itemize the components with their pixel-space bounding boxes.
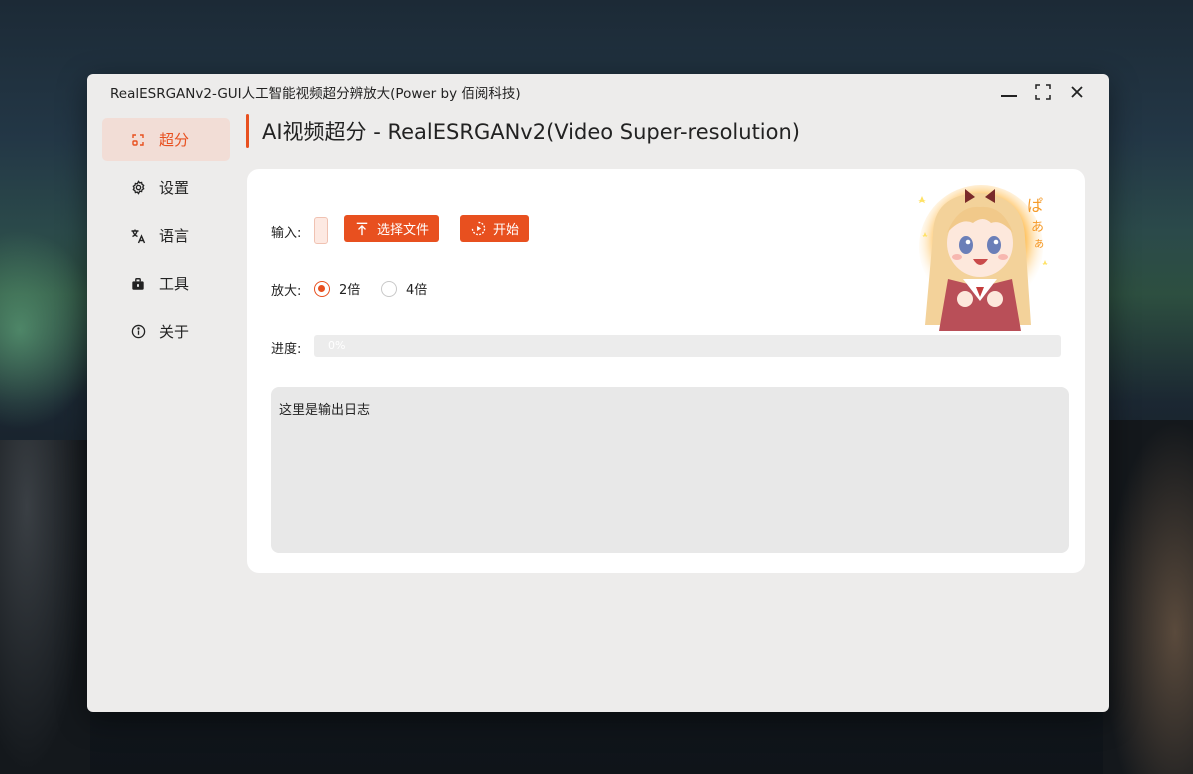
svg-text:ぁ: ぁ xyxy=(1033,236,1045,250)
sidebar-item-language[interactable]: 语言 xyxy=(102,214,230,257)
sidebar-item-upscale[interactable]: 超分 xyxy=(102,118,230,161)
minimize-icon xyxy=(1001,95,1017,97)
sidebar-item-label: 工具 xyxy=(159,275,190,293)
radio-label: 2倍 xyxy=(339,283,361,298)
close-button[interactable] xyxy=(1062,80,1092,104)
title-bar[interactable]: RealESRGANv2-GUI人工智能视频超分辨放大(Power by 佰阅科… xyxy=(87,74,1109,108)
radio-circle xyxy=(381,280,397,297)
window-title: RealESRGANv2-GUI人工智能视频超分辨放大(Power by 佰阅科… xyxy=(110,86,521,102)
start-button[interactable]: 开始 xyxy=(460,215,530,242)
upscale-icon xyxy=(130,132,146,148)
input-label: 输入: xyxy=(271,226,302,241)
select-file-label: 选择文件 xyxy=(377,223,430,238)
header-accent-bar xyxy=(246,114,249,148)
close-icon xyxy=(1071,86,1083,98)
fullscreen-icon xyxy=(1035,84,1051,100)
sidebar-item-label: 超分 xyxy=(159,131,190,149)
page-title: AI视频超分 - RealESRGANv2(Video Super-resolu… xyxy=(262,120,800,144)
gear-icon xyxy=(130,180,146,196)
minimize-button[interactable] xyxy=(994,80,1024,104)
scale-4x-radio[interactable]: 4倍 xyxy=(381,279,427,298)
page-header: AI视频超分 - RealESRGANv2(Video Super-resolu… xyxy=(246,114,800,148)
select-file-button[interactable]: 选择文件 xyxy=(344,215,440,242)
radio-circle xyxy=(314,280,330,297)
progress-text: 0% xyxy=(328,339,346,352)
radio-label: 4倍 xyxy=(406,283,428,298)
start-label: 开始 xyxy=(493,223,520,238)
sidebar-item-label: 语言 xyxy=(159,227,190,245)
background-rocks-left xyxy=(0,440,90,774)
info-icon xyxy=(130,324,146,340)
input-path-field[interactable] xyxy=(314,217,328,244)
scale-2x-radio[interactable]: 2倍 xyxy=(314,279,360,298)
output-log[interactable]: 这里是输出日志 xyxy=(271,387,1069,553)
maximize-button[interactable] xyxy=(1028,80,1058,104)
progress-bar: 0% xyxy=(314,335,1061,357)
background-rocks-right xyxy=(1103,420,1193,774)
svg-text:あ: あ xyxy=(1031,220,1044,235)
translate-icon xyxy=(130,228,146,244)
toolbox-icon xyxy=(130,276,146,292)
upscale-card: 输入: 选择文件 开始 放大: 2倍 4倍 进度: 0% 这里是输出日志 ぱ あ… xyxy=(247,169,1085,573)
sidebar-item-about[interactable]: 关于 xyxy=(102,310,230,353)
scale-label: 放大: xyxy=(271,284,302,299)
sidebar-item-settings[interactable]: 设置 xyxy=(102,166,230,209)
play-circle-icon xyxy=(470,221,486,237)
sidebar: 超分 设置 语言 工具 关于 xyxy=(102,118,230,358)
anime-mascot-image: ぱ あ ぁ xyxy=(903,175,1063,335)
app-window: RealESRGANv2-GUI人工智能视频超分辨放大(Power by 佰阅科… xyxy=(87,74,1109,712)
sidebar-item-tools[interactable]: 工具 xyxy=(102,262,230,305)
upload-icon xyxy=(354,221,370,237)
sidebar-item-label: 设置 xyxy=(159,179,190,197)
background-aurora xyxy=(0,230,100,430)
svg-text:ぱ: ぱ xyxy=(1027,196,1043,215)
progress-label: 进度: xyxy=(271,342,302,357)
sidebar-item-label: 关于 xyxy=(159,323,190,341)
